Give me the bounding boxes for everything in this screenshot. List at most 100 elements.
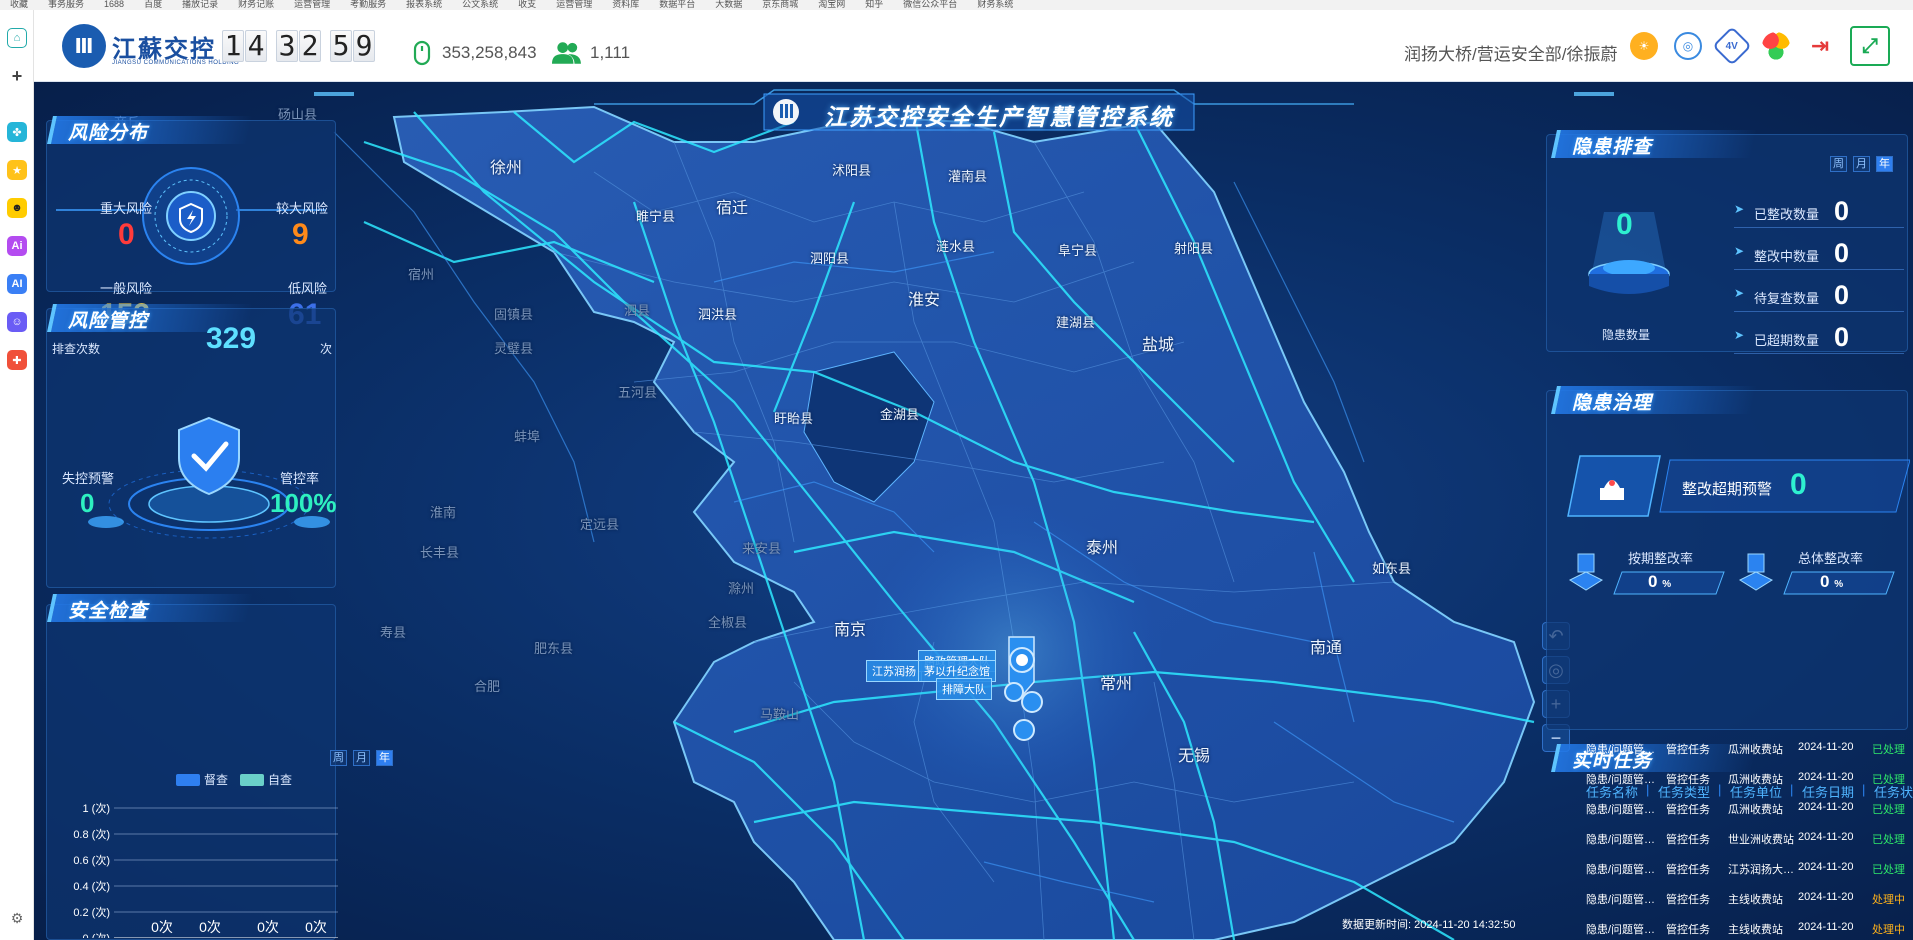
game-icon[interactable]: ✚ xyxy=(7,350,27,370)
panel-title: 风险管控 xyxy=(68,311,149,332)
period-year-button[interactable]: 年 xyxy=(1876,156,1893,172)
task-cell-date: 2024-11-20 xyxy=(1798,831,1854,843)
bookmark-item[interactable]: 数据平台 xyxy=(659,0,695,9)
period-month-button[interactable]: 月 xyxy=(1853,156,1870,172)
overall-rate-value[interactable]: 0 % xyxy=(1820,572,1843,592)
task-cell-type: 管控任务 xyxy=(1666,894,1710,906)
logout-icon[interactable]: ⇥ xyxy=(1806,32,1834,60)
task-cell-name: 隐患/问题管… xyxy=(1586,924,1656,936)
map-marker-label[interactable]: 江苏润扬 xyxy=(866,660,922,682)
bookmark-item[interactable]: 运营管理 xyxy=(294,0,330,9)
period-week-button[interactable]: 周 xyxy=(1830,156,1847,172)
map-label: 如东县 xyxy=(1372,561,1412,576)
bookmark-item[interactable]: 事务服务 xyxy=(48,0,84,9)
bookmark-item[interactable]: 京东商城 xyxy=(762,0,798,9)
bar-value-label: 0次 xyxy=(305,919,327,935)
period-year-button[interactable]: 年 xyxy=(376,750,393,766)
signal-icon[interactable]: ◎ xyxy=(1674,32,1702,60)
task-cell-type: 管控任务 xyxy=(1666,834,1710,846)
task-row[interactable]: 隐患/问题管… 管控任务 瓜洲收费站 2024-11-20 已处理 xyxy=(1582,762,1912,792)
logo-text: 江蘇交控 xyxy=(112,33,216,63)
home-icon[interactable]: ⌂ xyxy=(7,28,27,48)
task-row[interactable]: 隐患/问题管… 管控任务 瓜洲收费站 2024-11-20 已处理 xyxy=(1582,732,1912,762)
map-label: 沭阳县 xyxy=(832,163,872,178)
bookmark-item[interactable]: 百度 xyxy=(144,0,162,9)
task-row[interactable]: 隐患/问题管… 管控任务 世业洲收费站 2024-11-20 已处理 xyxy=(1582,822,1912,852)
hazard-stat-row[interactable]: ➤ 待复查数量 0 xyxy=(1734,280,1904,312)
screen: 收藏 事务服务 1688 百度 播放记录 财务记账 运营管理 考勤服务 报表系统 公文系统 收支 运营… xyxy=(0,0,1913,940)
company-logo[interactable]: Ⅲ 江蘇交控 JIANGSU COMMUNICATIONS HOLDING xyxy=(62,24,239,68)
period-month-button[interactable]: 月 xyxy=(353,750,370,766)
legend-swatch-inspect xyxy=(176,774,200,786)
check-count-value[interactable]: 329 xyxy=(206,322,256,356)
bookmark-item[interactable]: 公文系统 xyxy=(462,0,498,9)
dashboard-title: 江苏交控安全生产智慧管控系统 xyxy=(824,104,1174,130)
map-label: 淮南 xyxy=(430,505,457,520)
star-icon[interactable]: ★ xyxy=(7,160,27,180)
task-row[interactable]: 隐患/问题管… 管控任务 瓜洲收费站 2024-11-20 已处理 xyxy=(1582,792,1912,822)
bookmark-item[interactable]: 收支 xyxy=(518,0,536,9)
major-risk-value[interactable]: 0 xyxy=(118,218,135,252)
map-label: 固镇县 xyxy=(494,307,534,322)
map-marker-label[interactable]: 排障大队 xyxy=(936,678,992,700)
weather-icon[interactable]: ☀ xyxy=(1630,32,1658,60)
bookmark-item[interactable]: 财务记账 xyxy=(238,0,274,9)
ontime-rate-value[interactable]: 0 % xyxy=(1648,572,1671,592)
ai-icon-2[interactable]: AI xyxy=(7,274,27,294)
ontime-rate-label: 按期整改率 xyxy=(1628,551,1694,566)
task-cell-unit: 瓜洲收费站 xyxy=(1728,774,1783,786)
dashboard: 江苏交控安全生产智慧管控系统 徐州 宿迁 淮安 盐城 泰州 南京 常州 南通 无… xyxy=(34,82,1913,940)
bookmark-item[interactable]: 财务系统 xyxy=(977,0,1013,9)
bookmark-item[interactable]: 运营管理 xyxy=(556,0,592,9)
task-row[interactable]: 隐患/问题管… 管控任务 主线收费站 2024-11-20 处理中 xyxy=(1582,882,1912,912)
y-tick-label: 0.8 (次) xyxy=(73,827,110,841)
map-label: 泗县 xyxy=(624,303,651,318)
task-row[interactable]: 隐患/问题管… 管控任务 主线收费站 2024-11-20 处理中 xyxy=(1582,912,1912,940)
map-label: 无锡 xyxy=(1178,748,1211,765)
app-icon-1[interactable]: ✤ xyxy=(7,122,27,142)
control-rate-value[interactable]: 100% xyxy=(270,488,337,519)
bookmark-item[interactable]: 考勤服务 xyxy=(350,0,386,9)
settings-icon[interactable]: ⚙ xyxy=(7,908,27,928)
task-row[interactable]: 隐患/问题管… 管控任务 江苏润扬大… 2024-11-20 已处理 xyxy=(1582,852,1912,882)
bookmarks-bar: 收藏 事务服务 1688 百度 播放记录 财务记账 运营管理 考勤服务 报表系统 公文系统 收支 运营… xyxy=(0,0,1913,10)
task-cell-unit: 瓜洲收费站 xyxy=(1728,804,1783,816)
user-path[interactable]: 润扬大桥/营运安全部/徐振蔚 xyxy=(1404,40,1617,65)
hazard-stat-row[interactable]: ➤ 已整改数量 0 xyxy=(1734,196,1904,228)
map-label: 金湖县 xyxy=(880,407,920,422)
hazard-stat-row[interactable]: ➤ 整改中数量 0 xyxy=(1734,238,1904,270)
clock-digit: 4 xyxy=(245,30,267,62)
map-label: 南京 xyxy=(834,622,867,639)
hazard-total-value[interactable]: 0 xyxy=(1616,208,1633,242)
bookmark-item[interactable]: 微信公众平台 xyxy=(903,0,957,9)
task-cell-date: 2024-11-20 xyxy=(1798,771,1854,783)
map-label: 射阳县 xyxy=(1174,241,1214,256)
hazard-stat-row[interactable]: ➤ 已超期数量 0 xyxy=(1734,322,1904,354)
map-label: 泗洪县 xyxy=(698,307,738,322)
digital-clock: 1 4 3 2 5 9 xyxy=(222,30,376,62)
bookmark-item[interactable]: 淘宝网 xyxy=(818,0,845,9)
version-badge-icon[interactable]: 4V xyxy=(1712,26,1752,66)
bookmark-item[interactable]: 资料库 xyxy=(612,0,639,9)
bookmark-item[interactable]: 1688 xyxy=(104,0,124,9)
safety-check-chart[interactable]: 督查 自查 1 (次) 0.8 (次) 0.6 (次) 0.4 (次) 0.2 (次) 0 (… xyxy=(52,768,342,938)
period-week-button[interactable]: 周 xyxy=(330,750,347,766)
robot-icon[interactable]: ☻ xyxy=(7,198,27,218)
high-risk-value[interactable]: 9 xyxy=(292,218,309,252)
bookmark-item[interactable]: 报表系统 xyxy=(406,0,442,9)
apps-icon[interactable] xyxy=(1762,32,1790,60)
chat-icon[interactable]: ☺ xyxy=(7,312,27,332)
add-icon[interactable]: + xyxy=(7,66,27,86)
ai-icon-1[interactable]: Ai xyxy=(7,236,27,256)
bookmark-item[interactable]: 知乎 xyxy=(865,0,883,9)
bookmark-item[interactable]: 收藏 xyxy=(10,0,28,9)
bookmark-item[interactable]: 播放记录 xyxy=(182,0,218,9)
bookmark-item[interactable]: 大数据 xyxy=(715,0,742,9)
fullscreen-icon[interactable]: ⤢ xyxy=(1850,26,1890,66)
visit-count: 353,258,843 xyxy=(410,40,537,66)
overdue-warning-label: 整改超期预警 xyxy=(1682,481,1773,498)
hazard-stat-label: 整改中数量 xyxy=(1754,249,1820,264)
map-label: 马鞍山 xyxy=(760,707,800,722)
overdue-warning-value[interactable]: 0 xyxy=(1790,468,1807,502)
loss-warning-value[interactable]: 0 xyxy=(80,488,94,519)
